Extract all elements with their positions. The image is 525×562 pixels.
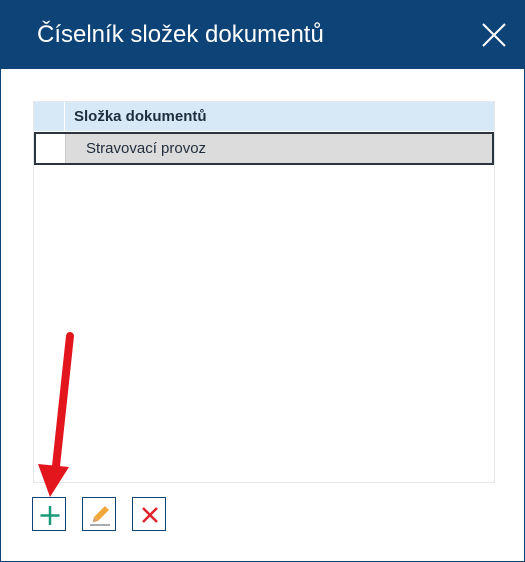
selector-column-header (34, 102, 65, 131)
close-icon (482, 23, 506, 47)
pencil-icon (90, 506, 110, 526)
table-cell[interactable]: Stravovací provoz (66, 134, 492, 163)
close-button[interactable] (479, 20, 509, 50)
add-button[interactable] (32, 497, 66, 531)
delete-button[interactable] (132, 497, 166, 531)
edit-button[interactable] (82, 497, 116, 531)
table-row[interactable]: Stravovací provoz (34, 132, 494, 165)
title-bar: Číselník složek dokumentů (1, 1, 524, 69)
delete-x-icon (142, 507, 158, 523)
plus-icon (40, 506, 60, 525)
dialog-window: Číselník složek dokumentů Složka dokumen… (0, 0, 525, 562)
grid-header: Složka dokumentů (34, 102, 494, 131)
row-selector[interactable] (36, 134, 66, 163)
dialog-title: Číselník složek dokumentů (37, 21, 324, 48)
cell-text: Stravovací provoz (86, 140, 207, 157)
column-header-slozka[interactable]: Složka dokumentů (74, 108, 207, 125)
folders-grid: Složka dokumentů Stravovací provoz (33, 101, 495, 483)
